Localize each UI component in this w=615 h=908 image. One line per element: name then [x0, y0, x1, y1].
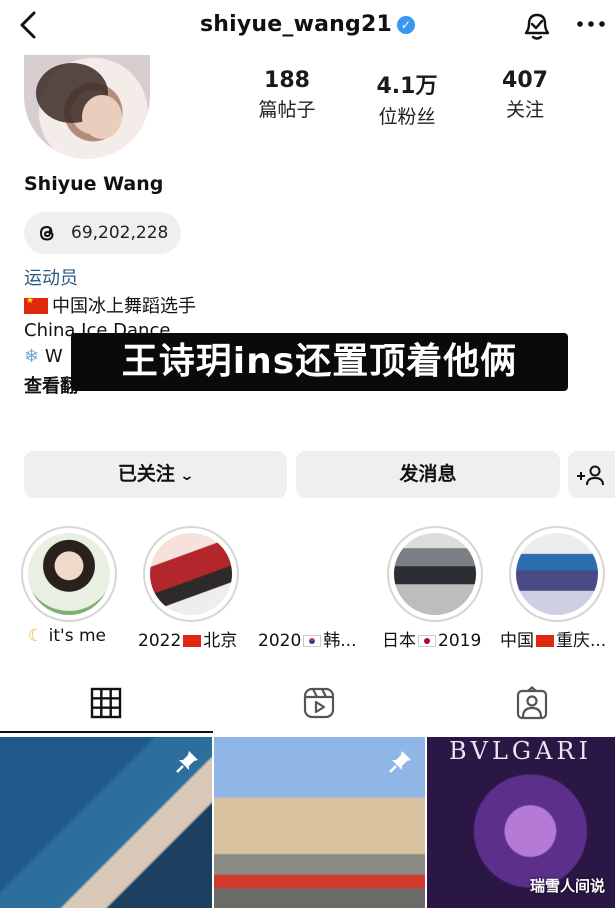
notifications-button[interactable] — [520, 10, 554, 42]
highlight-cover — [516, 533, 598, 615]
snowflake-icon: ❄ — [24, 346, 40, 367]
highlight-cover — [28, 533, 110, 615]
story-highlight[interactable] — [387, 526, 483, 622]
more-options-button[interactable] — [576, 16, 606, 32]
chevron-down-icon: ⌄ — [179, 468, 195, 484]
grid-icon — [90, 687, 122, 719]
watermark: 瑞雪人间说 — [529, 877, 605, 895]
highlight-label-text: 2019 — [438, 631, 482, 651]
video-caption-overlay: 王诗玥ins还置顶着他俩 — [71, 333, 568, 391]
following-count-value: 407 — [502, 68, 548, 93]
following-button-label: 已关注 — [117, 463, 175, 485]
active-tab-indicator — [0, 731, 213, 733]
highlight-label-text: 中国 — [500, 631, 534, 651]
china-flag-icon — [24, 296, 48, 314]
story-highlight[interactable] — [21, 526, 117, 622]
display-name: Shiyue Wang — [24, 173, 164, 195]
bio-line: 中国冰上舞蹈选手 — [24, 292, 196, 318]
moon-icon: ☾ — [28, 626, 44, 646]
pin-icon — [389, 751, 411, 773]
threads-badge[interactable]: 69,202,228 — [24, 212, 181, 254]
grid-post[interactable] — [214, 737, 425, 908]
following-count-label: 关注 — [505, 99, 544, 121]
reels-icon — [303, 687, 335, 719]
highlight-label-text: 日本 — [382, 631, 416, 651]
highlight-cover — [394, 533, 476, 615]
bio-line-text: W — [44, 346, 63, 367]
add-person-icon — [577, 465, 604, 485]
story-highlight[interactable] — [143, 526, 239, 622]
following-count[interactable]: 407 关注 — [470, 68, 580, 122]
bio-line-text: 中国冰上舞蹈选手 — [52, 296, 196, 317]
suggested-people-button[interactable] — [568, 451, 615, 498]
china-flag-icon — [183, 635, 202, 647]
highlight-label-text: 2022 — [138, 631, 182, 651]
tab-reels[interactable] — [302, 686, 336, 720]
followers-count[interactable]: 4.1万 位粉丝 — [352, 68, 462, 129]
posts-count-value: 188 — [264, 68, 310, 93]
tab-tagged[interactable] — [515, 686, 549, 720]
korea-flag-icon — [303, 635, 322, 647]
bell-check-icon — [524, 13, 550, 40]
story-highlight[interactable] — [509, 526, 605, 622]
highlight-label[interactable]: 中国 重庆... — [500, 626, 606, 651]
highlight-cover — [150, 533, 232, 615]
tab-posts-grid[interactable] — [89, 686, 123, 720]
highlight-label[interactable]: 2020 韩... — [258, 626, 356, 651]
followers-count-label: 位粉丝 — [378, 106, 436, 128]
threads-icon — [39, 225, 54, 241]
highlight-label-text: 2020 — [258, 631, 302, 651]
highlight-label-text: 重庆... — [556, 631, 607, 651]
grid-post[interactable] — [0, 737, 212, 908]
posts-count[interactable]: 188 篇帖子 — [232, 68, 342, 122]
tagged-person-icon — [516, 686, 548, 720]
following-button[interactable]: 已关注 ⌄ — [24, 451, 287, 498]
bio-line: ❄ W — [24, 346, 63, 367]
followers-count-value: 4.1万 — [376, 74, 438, 99]
grid-post[interactable]: BVLGARI 瑞雪人间说 — [427, 737, 615, 908]
japan-flag-icon — [418, 635, 436, 647]
highlight-label-text: 韩... — [323, 631, 357, 651]
verified-badge-icon: ✓ — [397, 16, 416, 34]
message-button-label: 发消息 — [399, 463, 457, 485]
profile-avatar[interactable] — [24, 55, 150, 159]
pin-icon — [176, 751, 198, 773]
bio-category: 运动员 — [24, 268, 78, 289]
username-text: shiyue_wang21 — [199, 12, 393, 37]
highlight-label[interactable]: ☾ it's me — [28, 626, 106, 646]
more-dots-icon — [577, 21, 605, 27]
highlight-label-text: it's me — [48, 626, 106, 646]
highlight-label-text: 北京 — [203, 631, 238, 651]
posts-count-label: 篇帖子 — [258, 99, 316, 121]
message-button[interactable]: 发消息 — [296, 451, 560, 498]
bio-translate-link[interactable]: 查看翻 — [24, 372, 78, 398]
highlight-label[interactable]: 2022 北京 — [138, 626, 237, 651]
post-brand-text: BVLGARI — [449, 737, 592, 765]
threads-count: 69,202,228 — [71, 223, 169, 243]
china-flag-icon — [536, 635, 554, 647]
highlight-label[interactable]: 日本 2019 — [382, 626, 481, 651]
